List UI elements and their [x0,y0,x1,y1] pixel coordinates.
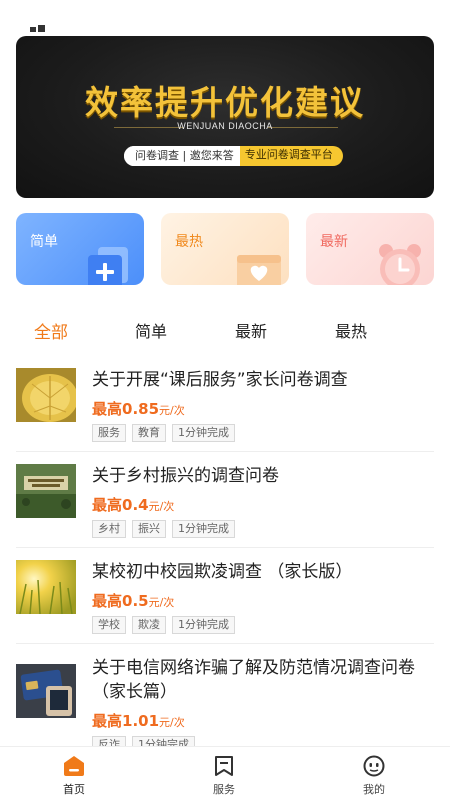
price-value: 0.85 [122,400,160,418]
nav-item-mine[interactable]: 我的 [329,747,419,800]
survey-tags: 乡村 振兴 1分钟完成 [92,520,235,538]
survey-tags: 服务 教育 1分钟完成 [92,424,235,442]
tag: 欺凌 [132,616,166,634]
category-label: 简单 [30,234,58,250]
bottom-nav: 首页 服务 我的 [0,746,450,800]
tag: 学校 [92,616,126,634]
category-card-hot[interactable]: 最热 [161,213,289,285]
banner-subtitle: WENJUAN DIAOCHA [177,121,273,131]
status-indicator-icon [30,25,45,32]
survey-price: 最高1.01元/次 [92,710,185,731]
tag: 教育 [132,424,166,442]
survey-title: 某校初中校园欺凌调查 （家长版） [92,562,353,582]
price-prefix: 最高 [92,592,123,610]
survey-title: 关于电信网络诈骗了解及防范情况调查问卷（家长篇） [92,658,415,702]
survey-thumbnail [16,464,76,518]
tab-simple[interactable]: 简单 [135,318,167,342]
nav-item-service[interactable]: 服务 [179,747,269,800]
category-label: 最热 [175,234,203,250]
tag: 服务 [92,424,126,442]
price-prefix: 最高 [92,496,123,514]
survey-thumbnail [16,664,76,718]
banner-tagline-right: 专业问卷调查平台 [239,146,343,166]
survey-thumbnail [16,560,76,614]
tag: 1分钟完成 [172,520,235,538]
home-icon [64,756,84,776]
price-value: 0.5 [122,592,149,610]
nav-item-home[interactable]: 首页 [29,747,119,800]
survey-list-item[interactable]: 关于乡村振兴的调查问卷 最高0.4元/次 乡村 振兴 1分钟完成 [16,452,434,548]
survey-title: 关于开展“课后服务”家长问卷调查 [92,370,348,390]
price-unit: 元/次 [159,404,185,417]
price-prefix: 最高 [92,400,123,418]
tab-hot[interactable]: 最热 [335,318,367,342]
survey-list-item[interactable]: 某校初中校园欺凌调查 （家长版） 最高0.5元/次 学校 欺凌 1分钟完成 [16,548,434,644]
category-card-new[interactable]: 最新 [306,213,434,285]
alarm-clock-icon [379,244,421,285]
nav-label: 首页 [63,783,85,796]
tag: 乡村 [92,520,126,538]
filter-tabs: 全部 简单 最新 最热 [0,318,450,348]
price-unit: 元/次 [148,500,175,513]
survey-price: 最高0.85元/次 [92,398,185,419]
price-value: 0.4 [122,496,149,514]
tab-all[interactable]: 全部 [34,318,68,343]
tag: 振兴 [132,520,166,538]
price-value: 1.01 [122,712,160,730]
price-prefix: 最高 [92,712,123,730]
survey-title: 关于乡村振兴的调查问卷 [92,466,279,486]
tab-new[interactable]: 最新 [235,318,267,342]
banner-title: 效率提升优化建议 [85,83,365,122]
tag: 1分钟完成 [172,616,235,634]
price-unit: 元/次 [159,716,185,729]
status-bar [0,0,450,36]
tag: 1分钟完成 [172,424,235,442]
banner-tagline: 问卷调查 | 邀您来答 专业问卷调查平台 [124,146,343,166]
survey-thumbnail [16,368,76,422]
banner-tagline-left: 问卷调查 | 邀您来答 [124,146,240,166]
add-file-icon [88,247,128,285]
price-unit: 元/次 [148,596,175,609]
nav-label: 服务 [213,783,235,796]
survey-list-item[interactable]: 关于开展“课后服务”家长问卷调查 最高0.85元/次 服务 教育 1分钟完成 [16,360,434,452]
survey-tags: 学校 欺凌 1分钟完成 [92,616,235,634]
heart-box-icon [237,255,281,285]
survey-price: 最高0.5元/次 [92,590,174,611]
nav-label: 我的 [363,783,385,796]
promo-banner[interactable]: 效率提升优化建议 WENJUAN DIAOCHA 问卷调查 | 邀您来答 专业问… [16,36,434,198]
category-card-simple[interactable]: 简单 [16,213,144,285]
face-icon [363,755,385,777]
category-label: 最新 [320,234,348,250]
bookmark-icon [215,756,233,776]
survey-price: 最高0.4元/次 [92,494,174,515]
